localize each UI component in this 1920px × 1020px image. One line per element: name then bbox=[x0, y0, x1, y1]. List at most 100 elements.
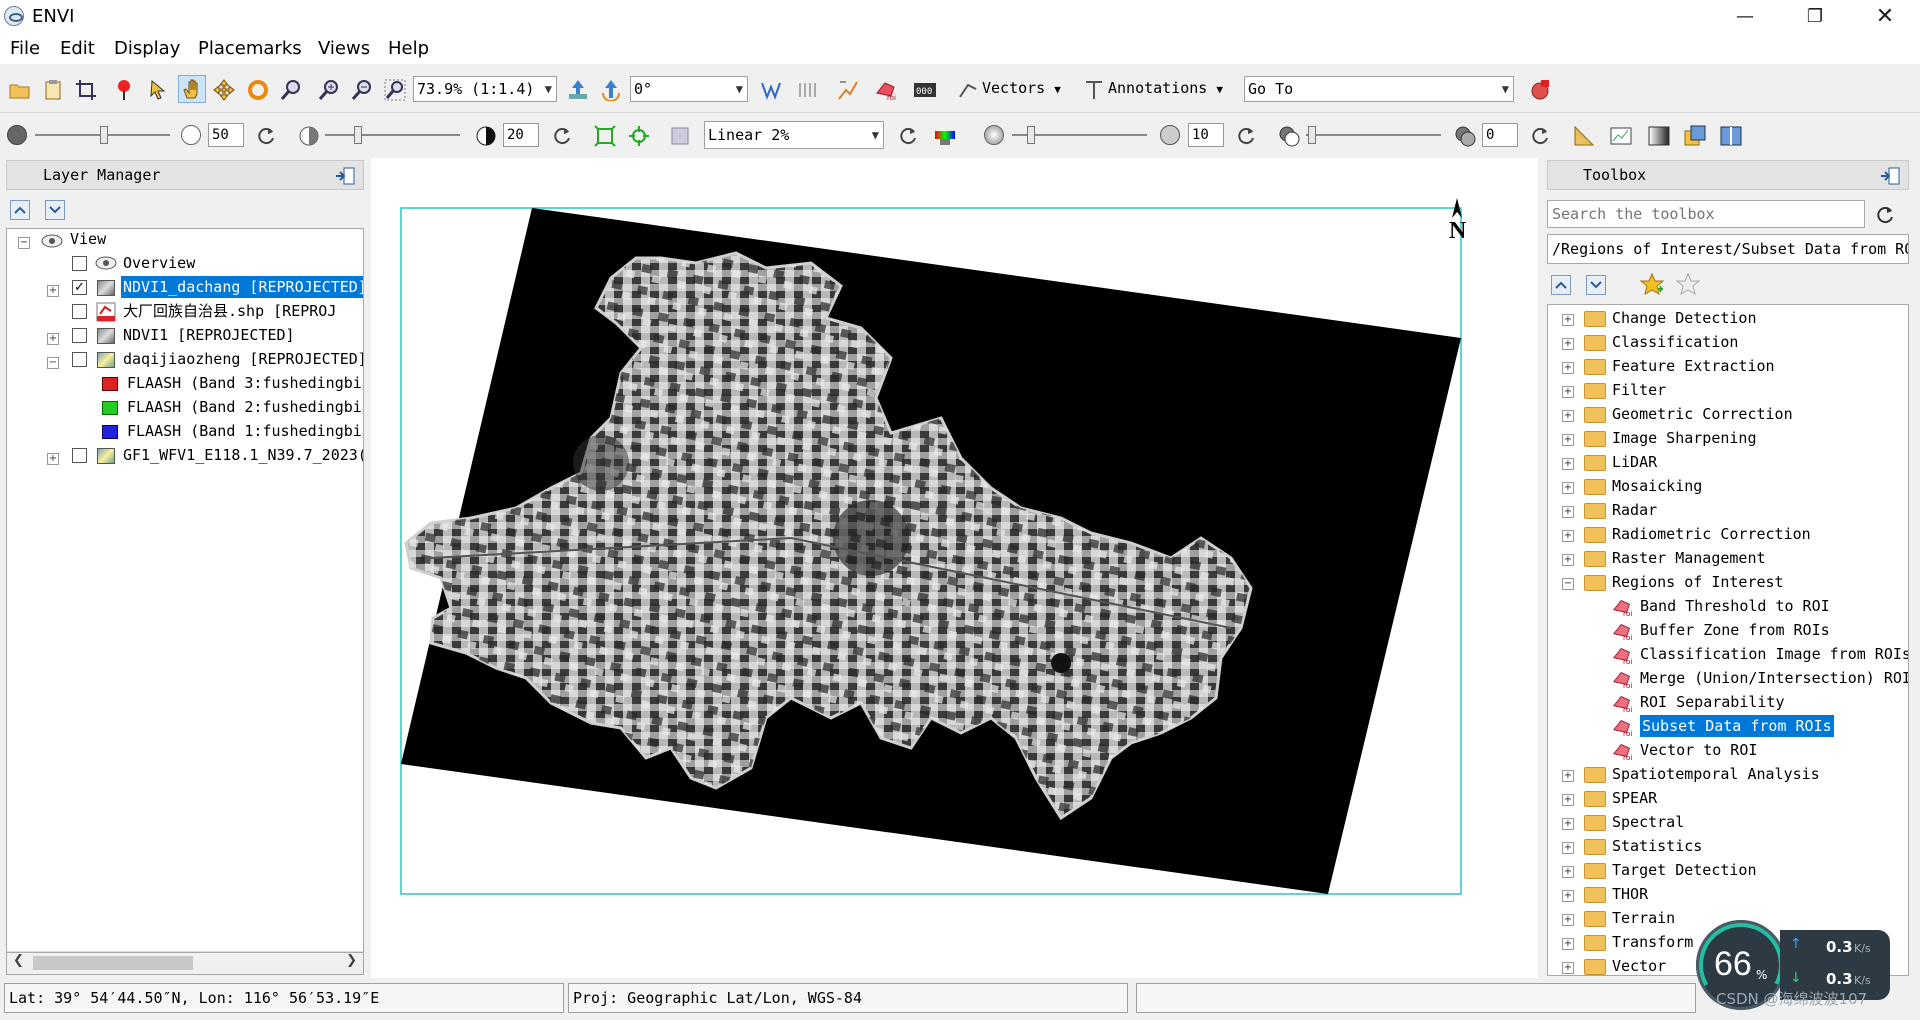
toolbox-tool[interactable]: Buffer Zone from ROIs bbox=[1640, 619, 1830, 641]
rotate-north-up-icon[interactable] bbox=[567, 79, 589, 101]
reset-brightness-icon[interactable] bbox=[255, 125, 277, 147]
expand-toggle[interactable]: + bbox=[1562, 866, 1574, 878]
toolbox-folder[interactable]: Filter bbox=[1612, 379, 1666, 401]
reset-sharpen-icon[interactable] bbox=[1235, 125, 1257, 147]
toolbox-folder[interactable]: Spectral bbox=[1612, 811, 1684, 833]
expand-toggle[interactable]: + bbox=[1562, 530, 1574, 542]
chip-view-icon[interactable] bbox=[669, 125, 691, 147]
zoom-combo[interactable]: 73.9% (1:1.4) ▼ bbox=[413, 76, 557, 102]
toolbox-folder[interactable]: Image Sharpening bbox=[1612, 427, 1757, 449]
close-button[interactable]: ✕ bbox=[1850, 0, 1920, 34]
gf1-checkbox[interactable] bbox=[72, 448, 87, 463]
open-folder-icon[interactable] bbox=[9, 79, 31, 101]
flicker-icon[interactable] bbox=[1684, 125, 1706, 147]
toolbox-folder[interactable]: Regions of Interest bbox=[1612, 571, 1784, 593]
layer-horizontal-scrollbar[interactable]: ❮ ❯ bbox=[6, 953, 364, 975]
blend-icon[interactable] bbox=[1648, 125, 1670, 147]
rotate-icon[interactable] bbox=[247, 79, 269, 101]
full-extent-icon[interactable] bbox=[594, 125, 616, 147]
expand-all-icon[interactable] bbox=[1586, 275, 1606, 295]
menu-display[interactable]: Display bbox=[114, 38, 180, 59]
band-item[interactable]: FLAASH (Band 1:fushedingbi bbox=[127, 420, 362, 442]
chart-profile-icon[interactable] bbox=[1610, 125, 1632, 147]
toolbox-folder[interactable]: Classification bbox=[1612, 331, 1738, 353]
menu-edit[interactable]: Edit bbox=[60, 38, 95, 59]
expand-toggle[interactable]: + bbox=[1562, 818, 1574, 830]
toolbox-tool[interactable]: Band Threshold to ROI bbox=[1640, 595, 1830, 617]
sharpen-slider-thumb[interactable] bbox=[1027, 126, 1035, 144]
zoom-in-icon[interactable] bbox=[318, 79, 340, 101]
toolbox-folder[interactable]: Terrain bbox=[1612, 907, 1675, 929]
menu-file[interactable]: File bbox=[10, 38, 40, 59]
remove-favorite-star-icon[interactable] bbox=[1676, 273, 1700, 297]
toolbox-folder[interactable]: Target Detection bbox=[1612, 859, 1757, 881]
expand-toggle[interactable]: + bbox=[1562, 386, 1574, 398]
select-arrow-icon[interactable] bbox=[147, 79, 169, 101]
band-item[interactable]: FLAASH (Band 2:fushedingbi bbox=[127, 396, 362, 418]
layer-item[interactable]: NDVI1 [REPROJECTED] bbox=[123, 324, 295, 346]
layer-item[interactable]: Overview bbox=[123, 252, 195, 274]
menu-placemarks[interactable]: Placemarks bbox=[198, 38, 302, 59]
vectors-dropdown[interactable]: Vectors ▼ bbox=[982, 79, 1061, 97]
vector-create-icon[interactable] bbox=[760, 79, 782, 101]
zoom-icon[interactable] bbox=[280, 79, 302, 101]
stop-sign-icon[interactable] bbox=[1529, 79, 1551, 101]
overview-checkbox[interactable] bbox=[72, 256, 87, 271]
restore-button[interactable]: ❐ bbox=[1780, 0, 1850, 34]
expand-toggle[interactable]: + bbox=[1562, 410, 1574, 422]
layer-item[interactable]: 大厂回族自治县.shp [REPROJ bbox=[123, 300, 336, 322]
toolbox-folder[interactable]: LiDAR bbox=[1612, 451, 1657, 473]
transparency-slider-thumb[interactable] bbox=[1308, 126, 1316, 144]
toolbox-folder[interactable]: Vector bbox=[1612, 955, 1666, 975]
toolbox-folder[interactable]: Radar bbox=[1612, 499, 1657, 521]
rotation-combo[interactable]: 0° ▼ bbox=[630, 76, 748, 102]
toolbox-tool[interactable]: ROI Separability bbox=[1640, 691, 1785, 713]
shapefile-checkbox[interactable] bbox=[72, 304, 87, 319]
brightness-slider-thumb[interactable] bbox=[100, 126, 108, 144]
toolbox-folder[interactable]: Change Detection bbox=[1612, 307, 1757, 329]
roi-tool-icon[interactable]: roi bbox=[875, 79, 897, 101]
minimize-button[interactable]: — bbox=[1710, 0, 1780, 34]
reset-transparency-icon[interactable] bbox=[1529, 125, 1551, 147]
layer-item-selected[interactable]: NDVI1_dachang [REPROJECTED] bbox=[121, 276, 363, 298]
dock-pin-icon[interactable] bbox=[335, 167, 355, 185]
ndvi1-checkbox[interactable] bbox=[72, 328, 87, 343]
expand-toggle[interactable]: + bbox=[1562, 506, 1574, 518]
contrast-slider[interactable] bbox=[325, 134, 460, 136]
expand-toggle[interactable]: + bbox=[1562, 914, 1574, 926]
rotate-view-icon[interactable] bbox=[600, 79, 622, 101]
toolbox-search-input[interactable] bbox=[1547, 200, 1865, 228]
move-layer-down-icon[interactable] bbox=[45, 200, 65, 220]
zoom-fit-icon[interactable] bbox=[384, 79, 406, 101]
refresh-toolbox-icon[interactable] bbox=[1874, 204, 1896, 226]
scroll-left-icon[interactable]: ❮ bbox=[13, 953, 24, 968]
toolbox-folder[interactable]: Statistics bbox=[1612, 835, 1702, 857]
move-layer-up-icon[interactable] bbox=[10, 200, 30, 220]
transparency-slider[interactable] bbox=[1306, 134, 1441, 136]
toolbox-folder[interactable]: Transform bbox=[1612, 931, 1693, 953]
toolbox-folder[interactable]: Radiometric Correction bbox=[1612, 523, 1811, 545]
collapse-toggle[interactable]: − bbox=[1562, 578, 1574, 590]
expand-toggle[interactable]: + bbox=[1562, 458, 1574, 470]
measure-icon[interactable] bbox=[1573, 125, 1595, 147]
daqijiaozheng-checkbox[interactable] bbox=[72, 352, 87, 367]
expand-toggle[interactable]: + bbox=[1562, 842, 1574, 854]
toolbox-tool[interactable]: Classification Image from ROIs bbox=[1640, 643, 1908, 665]
center-view-icon[interactable] bbox=[628, 125, 650, 147]
toolbox-folder[interactable]: THOR bbox=[1612, 883, 1648, 905]
toolbox-tool-selected[interactable]: Subset Data from ROIs bbox=[1640, 715, 1834, 737]
scrollbar-thumb[interactable] bbox=[33, 956, 193, 970]
brightness-value-field[interactable]: 50 bbox=[208, 123, 244, 147]
ndvi1-dachang-checkbox[interactable]: ✓ bbox=[72, 280, 87, 295]
collapse-all-icon[interactable] bbox=[1551, 275, 1571, 295]
tree-view-label[interactable]: View bbox=[70, 229, 106, 250]
toolbox-folder[interactable]: Raster Management bbox=[1612, 547, 1766, 569]
expand-toggle[interactable]: + bbox=[1562, 938, 1574, 950]
color-table-icon[interactable] bbox=[934, 125, 956, 147]
placemark-pin-icon[interactable] bbox=[113, 79, 135, 101]
zoom-out-icon[interactable] bbox=[351, 79, 373, 101]
expand-toggle[interactable]: + bbox=[47, 333, 59, 345]
menu-help[interactable]: Help bbox=[388, 38, 429, 59]
band-item[interactable]: FLAASH (Band 3:fushedingbi bbox=[127, 372, 362, 394]
layer-item[interactable]: GF1_WFV1_E118.1_N39.7_2023( bbox=[123, 444, 363, 466]
